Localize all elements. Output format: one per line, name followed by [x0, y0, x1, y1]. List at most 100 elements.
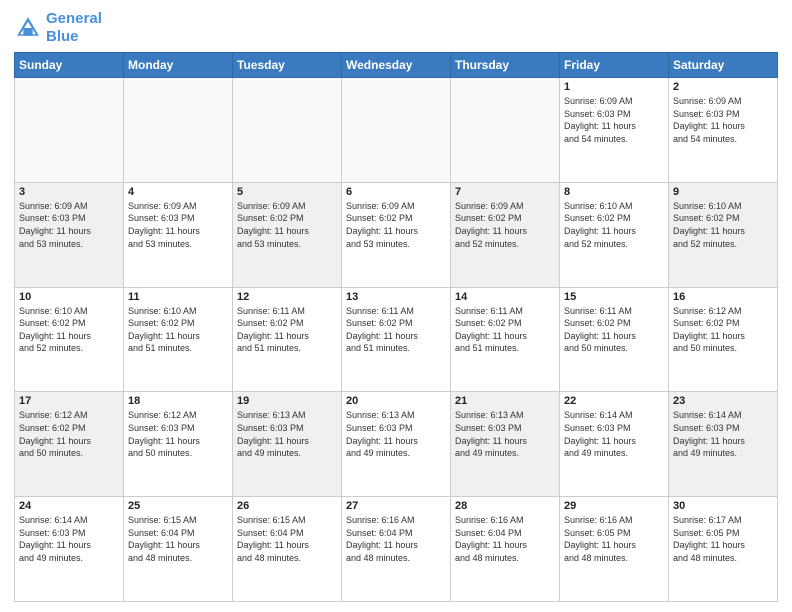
day-info: Sunrise: 6:09 AM Sunset: 6:02 PM Dayligh…: [237, 200, 337, 250]
day-info: Sunrise: 6:15 AM Sunset: 6:04 PM Dayligh…: [237, 514, 337, 564]
day-cell: 11 Sunrise: 6:10 AM Sunset: 6:02 PM Dayli…: [124, 287, 233, 392]
day-cell: 5 Sunrise: 6:09 AM Sunset: 6:02 PM Daylig…: [233, 182, 342, 287]
day-number: 3: [19, 186, 119, 198]
day-info: Sunrise: 6:12 AM Sunset: 6:03 PM Dayligh…: [128, 409, 228, 459]
day-number: 23: [673, 395, 773, 407]
day-info: Sunrise: 6:11 AM Sunset: 6:02 PM Dayligh…: [455, 305, 555, 355]
day-info: Sunrise: 6:13 AM Sunset: 6:03 PM Dayligh…: [346, 409, 446, 459]
day-cell: 14Sunrise: 6:11 AM Sunset: 6:02 PM Dayli…: [451, 287, 560, 392]
week-row-1: 3 Sunrise: 6:09 AM Sunset: 6:03 PM Daylig…: [15, 182, 778, 287]
day-number: 17: [19, 395, 119, 407]
day-number: 20: [346, 395, 446, 407]
day-cell: 3 Sunrise: 6:09 AM Sunset: 6:03 PM Daylig…: [15, 182, 124, 287]
day-info: Sunrise: 6:09 AM Sunset: 6:03 PM Dayligh…: [564, 95, 664, 145]
day-info: Sunrise: 6:17 AM Sunset: 6:05 PM Dayligh…: [673, 514, 773, 564]
day-number: 4: [128, 186, 228, 198]
day-info: Sunrise: 6:15 AM Sunset: 6:04 PM Dayligh…: [128, 514, 228, 564]
day-info: Sunrise: 6:12 AM Sunset: 6:02 PM Dayligh…: [19, 409, 119, 459]
day-number: 15: [564, 291, 664, 303]
day-info: Sunrise: 6:14 AM Sunset: 6:03 PM Dayligh…: [673, 409, 773, 459]
weekday-header-sunday: Sunday: [15, 53, 124, 78]
calendar-table: SundayMondayTuesdayWednesdayThursdayFrid…: [14, 52, 778, 602]
day-cell: 21 Sunrise: 6:13 AM Sunset: 6:03 PM Dayli…: [451, 392, 560, 497]
day-info: Sunrise: 6:14 AM Sunset: 6:03 PM Dayligh…: [19, 514, 119, 564]
day-number: 22: [564, 395, 664, 407]
weekday-header-tuesday: Tuesday: [233, 53, 342, 78]
day-cell: 13Sunrise: 6:11 AM Sunset: 6:02 PM Dayli…: [342, 287, 451, 392]
day-cell: 6Sunrise: 6:09 AM Sunset: 6:02 PM Daylig…: [342, 182, 451, 287]
day-info: Sunrise: 6:10 AM Sunset: 6:02 PM Dayligh…: [564, 200, 664, 250]
day-cell: 22 Sunrise: 6:14 AM Sunset: 6:03 PM Dayli…: [560, 392, 669, 497]
weekday-header-row: SundayMondayTuesdayWednesdayThursdayFrid…: [15, 53, 778, 78]
day-number: 19: [237, 395, 337, 407]
day-cell: 20 Sunrise: 6:13 AM Sunset: 6:03 PM Dayli…: [342, 392, 451, 497]
day-cell: [342, 78, 451, 183]
day-info: Sunrise: 6:09 AM Sunset: 6:02 PM Dayligh…: [346, 200, 446, 250]
logo-text: General Blue: [46, 10, 102, 46]
day-info: Sunrise: 6:16 AM Sunset: 6:05 PM Dayligh…: [564, 514, 664, 564]
day-cell: [124, 78, 233, 183]
day-cell: 16Sunrise: 6:12 AM Sunset: 6:02 PM Dayli…: [669, 287, 778, 392]
day-number: 12: [237, 291, 337, 303]
day-number: 30: [673, 500, 773, 512]
weekday-header-thursday: Thursday: [451, 53, 560, 78]
logo: General Blue: [14, 10, 102, 46]
day-info: Sunrise: 6:16 AM Sunset: 6:04 PM Dayligh…: [455, 514, 555, 564]
day-number: 11: [128, 291, 228, 303]
day-info: Sunrise: 6:10 AM Sunset: 6:02 PM Dayligh…: [19, 305, 119, 355]
week-row-3: 17 Sunrise: 6:12 AM Sunset: 6:02 PM Dayli…: [15, 392, 778, 497]
week-row-0: 1 Sunrise: 6:09 AM Sunset: 6:03 PM Daylig…: [15, 78, 778, 183]
day-cell: 10 Sunrise: 6:10 AM Sunset: 6:02 PM Dayli…: [15, 287, 124, 392]
page: General Blue SundayMondayTuesdayWednesda…: [0, 0, 792, 612]
day-number: 13: [346, 291, 446, 303]
day-info: Sunrise: 6:16 AM Sunset: 6:04 PM Dayligh…: [346, 514, 446, 564]
day-cell: 17 Sunrise: 6:12 AM Sunset: 6:02 PM Dayli…: [15, 392, 124, 497]
day-number: 21: [455, 395, 555, 407]
day-info: Sunrise: 6:11 AM Sunset: 6:02 PM Dayligh…: [237, 305, 337, 355]
day-info: Sunrise: 6:11 AM Sunset: 6:02 PM Dayligh…: [564, 305, 664, 355]
day-number: 2: [673, 81, 773, 93]
week-row-4: 24Sunrise: 6:14 AM Sunset: 6:03 PM Dayli…: [15, 497, 778, 602]
day-cell: 4Sunrise: 6:09 AM Sunset: 6:03 PM Daylig…: [124, 182, 233, 287]
day-cell: 15 Sunrise: 6:11 AM Sunset: 6:02 PM Dayli…: [560, 287, 669, 392]
weekday-header-friday: Friday: [560, 53, 669, 78]
day-cell: 28 Sunrise: 6:16 AM Sunset: 6:04 PM Dayli…: [451, 497, 560, 602]
day-cell: 9 Sunrise: 6:10 AM Sunset: 6:02 PM Daylig…: [669, 182, 778, 287]
day-cell: [15, 78, 124, 183]
day-cell: 12 Sunrise: 6:11 AM Sunset: 6:02 PM Dayli…: [233, 287, 342, 392]
day-info: Sunrise: 6:13 AM Sunset: 6:03 PM Dayligh…: [237, 409, 337, 459]
day-info: Sunrise: 6:14 AM Sunset: 6:03 PM Dayligh…: [564, 409, 664, 459]
day-number: 27: [346, 500, 446, 512]
day-number: 25: [128, 500, 228, 512]
day-cell: 1 Sunrise: 6:09 AM Sunset: 6:03 PM Daylig…: [560, 78, 669, 183]
day-cell: 23 Sunrise: 6:14 AM Sunset: 6:03 PM Dayli…: [669, 392, 778, 497]
day-cell: 29 Sunrise: 6:16 AM Sunset: 6:05 PM Dayli…: [560, 497, 669, 602]
day-info: Sunrise: 6:09 AM Sunset: 6:03 PM Dayligh…: [19, 200, 119, 250]
day-info: Sunrise: 6:10 AM Sunset: 6:02 PM Dayligh…: [128, 305, 228, 355]
day-number: 7: [455, 186, 555, 198]
day-number: 8: [564, 186, 664, 198]
day-number: 9: [673, 186, 773, 198]
day-number: 29: [564, 500, 664, 512]
day-cell: [451, 78, 560, 183]
day-number: 5: [237, 186, 337, 198]
day-number: 28: [455, 500, 555, 512]
logo-icon: [14, 14, 42, 42]
day-cell: 19 Sunrise: 6:13 AM Sunset: 6:03 PM Dayli…: [233, 392, 342, 497]
day-cell: 27 Sunrise: 6:16 AM Sunset: 6:04 PM Dayli…: [342, 497, 451, 602]
day-cell: 30 Sunrise: 6:17 AM Sunset: 6:05 PM Dayli…: [669, 497, 778, 602]
day-number: 1: [564, 81, 664, 93]
day-cell: 25 Sunrise: 6:15 AM Sunset: 6:04 PM Dayli…: [124, 497, 233, 602]
weekday-header-saturday: Saturday: [669, 53, 778, 78]
day-info: Sunrise: 6:09 AM Sunset: 6:03 PM Dayligh…: [673, 95, 773, 145]
day-number: 10: [19, 291, 119, 303]
day-cell: 8 Sunrise: 6:10 AM Sunset: 6:02 PM Daylig…: [560, 182, 669, 287]
day-number: 16: [673, 291, 773, 303]
weekday-header-monday: Monday: [124, 53, 233, 78]
day-number: 18: [128, 395, 228, 407]
day-cell: 26Sunrise: 6:15 AM Sunset: 6:04 PM Dayli…: [233, 497, 342, 602]
day-info: Sunrise: 6:13 AM Sunset: 6:03 PM Dayligh…: [455, 409, 555, 459]
day-cell: [233, 78, 342, 183]
day-cell: 24Sunrise: 6:14 AM Sunset: 6:03 PM Dayli…: [15, 497, 124, 602]
day-info: Sunrise: 6:10 AM Sunset: 6:02 PM Dayligh…: [673, 200, 773, 250]
